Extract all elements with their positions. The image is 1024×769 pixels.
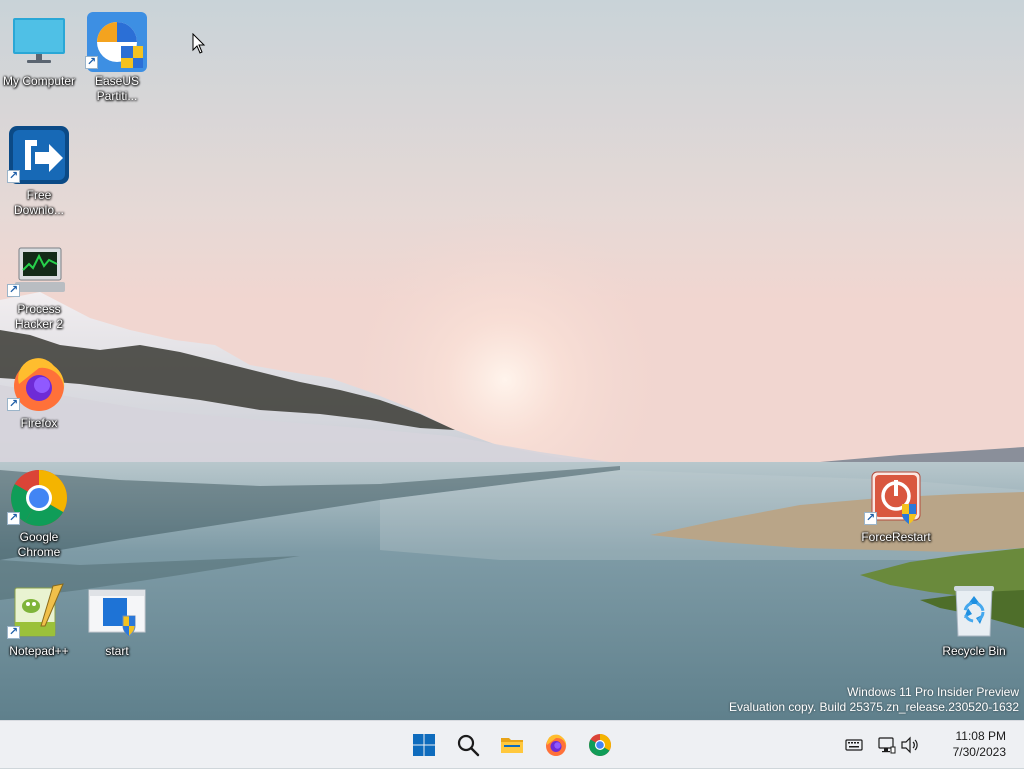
recycle-bin-icon bbox=[954, 586, 994, 637]
chrome-taskbar-button[interactable] bbox=[580, 725, 620, 765]
file-explorer-icon bbox=[501, 738, 523, 753]
file-explorer-button[interactable] bbox=[492, 725, 532, 765]
desktop-icon-label: EaseUS Partiti... bbox=[94, 74, 140, 103]
shortcut-arrow-icon: ↗ bbox=[864, 512, 877, 525]
clock-date: 7/30/2023 bbox=[952, 745, 1006, 759]
chrome-icon bbox=[589, 734, 611, 756]
watermark-line: Evaluation copy. Build 25375.zn_release.… bbox=[729, 700, 1019, 714]
desktop-icon-force-restart[interactable]: ↗ ForceRestart bbox=[857, 464, 935, 572]
batch-file-icon bbox=[88, 589, 146, 637]
desktop[interactable]: My Computer ↗ EaseUS Partiti... ↗ Free D… bbox=[0, 0, 1024, 720]
desktop-icon-label: Firefox bbox=[20, 416, 58, 430]
desktop-icon-free-download-manager[interactable]: ↗ Free Downlo... bbox=[0, 122, 78, 230]
shortcut-arrow-icon: ↗ bbox=[7, 626, 20, 639]
search-icon bbox=[457, 734, 480, 757]
monitor-icon bbox=[13, 18, 65, 63]
taskbar: 11:08 PM 7/30/2023 bbox=[0, 720, 1024, 768]
desktop-icon-recycle-bin[interactable]: Recycle Bin bbox=[935, 578, 1013, 686]
search-button[interactable] bbox=[448, 725, 488, 765]
evaluation-watermark: Windows 11 Pro Insider Preview Evaluatio… bbox=[729, 685, 1019, 715]
clock-time: 11:08 PM bbox=[955, 729, 1006, 743]
desktop-icon-easeus-partition[interactable]: ↗ EaseUS Partiti... bbox=[78, 8, 156, 116]
network-icon[interactable] bbox=[876, 735, 896, 755]
desktop-icon-label: Process Hacker 2 bbox=[14, 302, 64, 331]
desktop-icon-firefox[interactable]: ↗ Firefox bbox=[0, 350, 78, 458]
volume-icon[interactable] bbox=[900, 735, 920, 755]
shortcut-arrow-icon: ↗ bbox=[7, 512, 20, 525]
windows-start-icon bbox=[413, 734, 435, 756]
shortcut-arrow-icon: ↗ bbox=[7, 398, 20, 411]
desktop-icon-start[interactable]: start bbox=[78, 578, 156, 686]
desktop-icon-my-computer[interactable]: My Computer bbox=[0, 8, 78, 116]
mouse-pointer-icon bbox=[192, 33, 206, 54]
keyboard-icon[interactable] bbox=[844, 735, 864, 755]
desktop-icon-notepad-plus-plus[interactable]: ↗ Notepad++ bbox=[0, 578, 78, 686]
desktop-icon-process-hacker[interactable]: ↗ Process Hacker 2 bbox=[0, 236, 78, 344]
firefox-icon bbox=[546, 734, 567, 756]
desktop-icon-label: Notepad++ bbox=[9, 644, 69, 658]
clock[interactable]: 11:08 PM 7/30/2023 bbox=[953, 728, 1006, 760]
desktop-icon-label: ForceRestart bbox=[861, 530, 931, 544]
shortcut-arrow-icon: ↗ bbox=[7, 284, 20, 297]
desktop-icon-label: My Computer bbox=[2, 74, 76, 88]
desktop-icon-label: Free Downlo... bbox=[13, 188, 65, 217]
system-tray: 11:08 PM 7/30/2023 bbox=[844, 721, 1024, 769]
desktop-icon-label: Recycle Bin bbox=[942, 644, 1006, 658]
start-button[interactable] bbox=[404, 725, 444, 765]
shortcut-arrow-icon: ↗ bbox=[85, 56, 98, 69]
firefox-taskbar-button[interactable] bbox=[536, 725, 576, 765]
watermark-line: Windows 11 Pro Insider Preview bbox=[847, 685, 1019, 699]
desktop-icon-label: Google Chrome bbox=[17, 530, 61, 559]
desktop-icon-label: start bbox=[105, 644, 129, 658]
desktop-icon-google-chrome[interactable]: ↗ Google Chrome bbox=[0, 464, 78, 572]
shortcut-arrow-icon: ↗ bbox=[7, 170, 20, 183]
